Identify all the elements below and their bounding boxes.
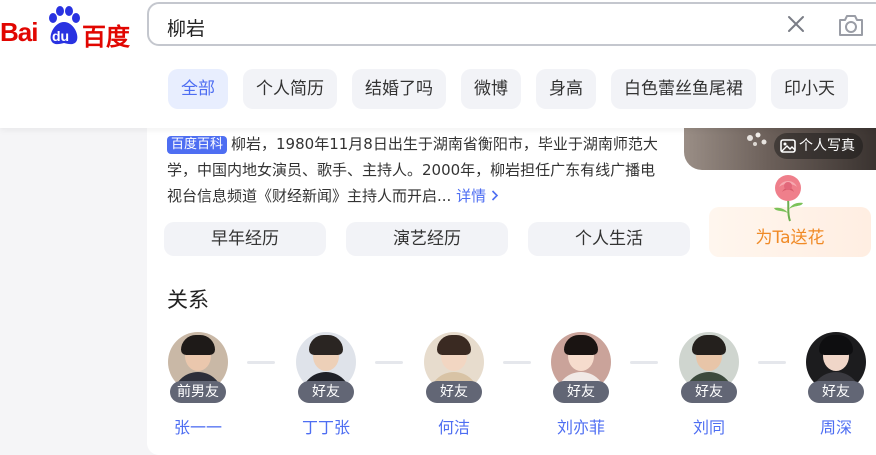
person-name-link[interactable]: 刘亦菲 bbox=[531, 414, 631, 438]
camera-icon[interactable] bbox=[837, 12, 865, 38]
chip-resume[interactable]: 个人简历 bbox=[243, 69, 337, 109]
career-button[interactable]: 演艺经历 bbox=[346, 222, 508, 256]
photo-album-button[interactable]: 个人写真 bbox=[774, 133, 863, 159]
image-icon bbox=[780, 139, 796, 153]
connector-line bbox=[630, 361, 658, 364]
chip-yin-xiaotian[interactable]: 印小天 bbox=[771, 69, 848, 109]
source-tag[interactable]: 百度百科 bbox=[167, 136, 228, 154]
details-label: 详情 bbox=[456, 187, 487, 205]
intro-body: 柳岩，1980年11月8日出生于湖南省衡阳市，毕业于湖南师范大学，中国内地女演员… bbox=[167, 135, 658, 205]
knowledge-card: 个人写真 百度百科 柳岩，1980年11月8日出生于湖南省衡阳市，毕业于湖南师范大… bbox=[147, 128, 876, 455]
personal-life-button[interactable]: 个人生活 bbox=[528, 222, 690, 256]
details-link[interactable]: 详情 bbox=[456, 187, 499, 205]
chip-married[interactable]: 结婚了吗 bbox=[352, 69, 446, 109]
connector-line bbox=[247, 361, 275, 364]
relation-badge: 好友 bbox=[553, 381, 609, 403]
person-name-link[interactable]: 周深 bbox=[786, 414, 876, 438]
section-buttons: 早年经历 演艺经历 个人生活 bbox=[164, 222, 710, 256]
chip-all[interactable]: 全部 bbox=[168, 69, 228, 109]
relations-title: 关系 bbox=[167, 288, 209, 312]
send-flowers-button[interactable]: 为Ta送花 bbox=[709, 175, 871, 257]
chevron-right-icon bbox=[491, 190, 499, 201]
chip-height[interactable]: 身高 bbox=[536, 69, 596, 109]
search-header: Bai du 百度 柳岩 全部 个人简历 结婚了吗 微博 身高 白色蕾丝鱼尾裙 印小天 bbox=[0, 0, 876, 128]
photo-badge-label: 个人写真 bbox=[799, 138, 855, 154]
person-name-link[interactable]: 张一一 bbox=[148, 414, 248, 438]
relation-badge: 好友 bbox=[426, 381, 482, 403]
filter-chips: 全部 个人简历 结婚了吗 微博 身高 白色蕾丝鱼尾裙 印小天 bbox=[168, 69, 863, 109]
rose-icon bbox=[774, 175, 803, 222]
person-name-link[interactable]: 刘同 bbox=[659, 414, 759, 438]
chip-white-dress[interactable]: 白色蕾丝鱼尾裙 bbox=[611, 69, 756, 109]
close-icon[interactable] bbox=[785, 13, 807, 35]
person-name-link[interactable]: 丁丁张 bbox=[276, 414, 376, 438]
person-name-link[interactable]: 何洁 bbox=[404, 414, 504, 438]
gift-label: 为Ta送花 bbox=[755, 228, 825, 248]
early-life-button[interactable]: 早年经历 bbox=[164, 222, 326, 256]
connector-line bbox=[375, 361, 403, 364]
chip-weibo[interactable]: 微博 bbox=[461, 69, 521, 109]
logo-paw-text: du bbox=[52, 28, 70, 44]
logo-chinese-text: 百度 bbox=[82, 23, 130, 51]
search-box[interactable]: 柳岩 bbox=[147, 2, 876, 46]
intro-text: 百度百科 柳岩，1980年11月8日出生于湖南省衡阳市，毕业于湖南师范大学，中国内… bbox=[167, 131, 667, 209]
relations-list: 前男友 张一一 好友 丁丁张 好友 何洁 好友 刘亦菲 好友 刘同 好友 周深 bbox=[168, 332, 876, 442]
portrait-photo[interactable]: 个人写真 bbox=[684, 128, 876, 170]
relation-badge: 好友 bbox=[298, 381, 354, 403]
search-input[interactable]: 柳岩 bbox=[167, 14, 205, 41]
connector-line bbox=[503, 361, 531, 364]
baidu-logo[interactable]: Bai du 百度 bbox=[0, 4, 130, 51]
ornament-graphic bbox=[747, 132, 767, 146]
relation-badge: 好友 bbox=[808, 381, 864, 403]
relation-badge: 前男友 bbox=[170, 381, 226, 403]
relation-badge: 好友 bbox=[681, 381, 737, 403]
connector-line bbox=[758, 361, 786, 364]
logo-latin-text: Bai bbox=[0, 17, 38, 47]
